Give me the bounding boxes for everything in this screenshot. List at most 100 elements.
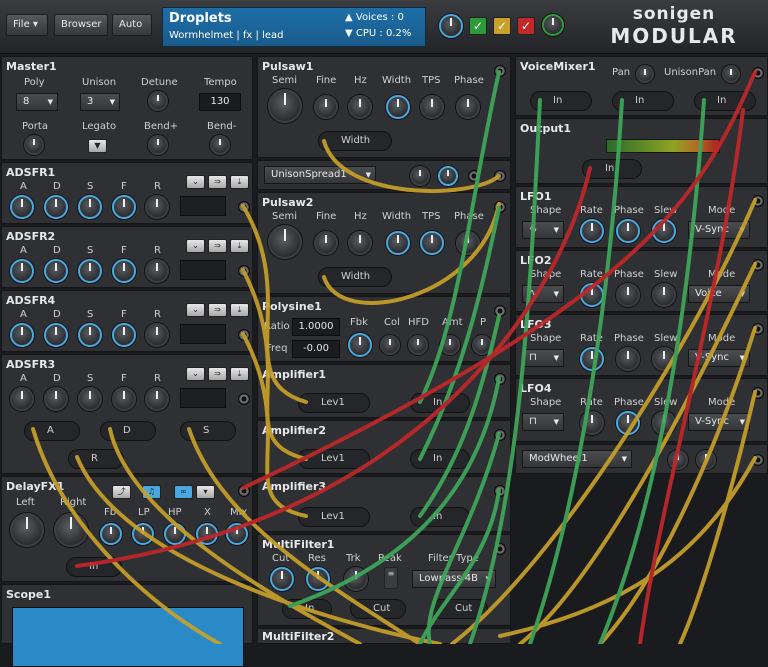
lfo3-slew-knob[interactable] (652, 347, 676, 371)
polysine-output-port[interactable] (494, 305, 506, 317)
lfo1-slew-knob[interactable] (652, 219, 676, 243)
pulsaw1-output-port[interactable] (494, 65, 506, 77)
polysine-freq-field[interactable]: -0.00 (292, 340, 340, 358)
multifilter1-peak-switch[interactable]: ≡ (384, 567, 398, 589)
adsfr1-envelope-preview[interactable] (180, 196, 226, 216)
lfo2-output-port[interactable] (752, 259, 764, 271)
unisonspread-select[interactable]: UnisonSpread1 (264, 166, 376, 184)
voicemixer-output-port[interactable] (752, 67, 764, 79)
delay-in-port[interactable]: In (66, 557, 122, 577)
adsfr4-fall-knob[interactable] (112, 323, 136, 347)
adsfr3-d-mod-port[interactable]: D (100, 421, 156, 441)
adsfr3-output-port[interactable] (238, 393, 250, 405)
adsfr3-decay-knob[interactable] (44, 387, 68, 411)
unison-select[interactable]: 3 (80, 93, 120, 111)
delay-left-knob[interactable] (10, 513, 44, 547)
delay-lowpass-knob[interactable] (132, 523, 154, 545)
amplifier2-in-port[interactable]: In (410, 449, 470, 469)
pulsaw1-width-knob[interactable] (386, 95, 410, 119)
lfo4-output-port[interactable] (752, 387, 764, 399)
amplifier3-output-port[interactable] (494, 485, 506, 497)
adsfr1-output-port[interactable] (238, 201, 250, 213)
adsfr4-envelope-preview[interactable] (180, 324, 226, 344)
lfo2-mode-select[interactable]: Voice (688, 285, 750, 303)
adsfr2-output-port[interactable] (238, 265, 250, 277)
delay-feedback-knob[interactable] (100, 523, 122, 545)
poly-select[interactable]: 8 (16, 93, 58, 111)
polysine-fbk-knob[interactable] (348, 333, 372, 357)
unisonspread-port-2[interactable] (494, 170, 506, 182)
polysine-hfd-knob[interactable] (408, 335, 428, 355)
master-volume-knob[interactable] (439, 14, 463, 38)
modwheel-knob-1[interactable] (668, 450, 688, 470)
multifilter1-cut-port-2[interactable]: Cut (432, 599, 488, 619)
polysine-amt-knob[interactable] (440, 335, 460, 355)
delay-mode-button-1[interactable]: ⤴ (112, 485, 131, 499)
lfo1-phase-knob[interactable] (616, 219, 640, 243)
tempo-field[interactable]: 130 (199, 93, 241, 111)
adsfr1-decay-knob[interactable] (44, 195, 68, 219)
green-check-toggle[interactable]: ✓ (469, 17, 487, 35)
adsfr3-release-knob[interactable] (145, 387, 169, 411)
pulsaw2-fine-knob[interactable] (314, 231, 338, 255)
multifilter1-cut-port[interactable]: Cut (350, 599, 406, 619)
multifilter1-cut-knob[interactable] (270, 567, 294, 591)
lfo3-output-port[interactable] (752, 323, 764, 335)
pulsaw2-semi-knob[interactable] (268, 225, 302, 259)
delay-mode-menu[interactable]: ▾ (196, 485, 215, 499)
power-knob[interactable] (542, 14, 564, 36)
porta-knob[interactable] (24, 135, 44, 155)
lfo2-slew-knob[interactable] (652, 283, 676, 307)
delay-output-port[interactable] (238, 485, 250, 497)
multifilter1-in-port[interactable]: In (282, 599, 332, 619)
pulsaw1-hz-knob[interactable] (348, 95, 372, 119)
adsfr3-trigger-button[interactable]: ⤓ (230, 367, 249, 381)
lfo2-shape-select[interactable]: ∿ (522, 285, 564, 303)
file-menu-button[interactable]: File ▾ (6, 14, 48, 36)
lfo2-rate-knob[interactable] (580, 283, 604, 307)
browser-button[interactable]: Browser (54, 14, 108, 36)
pulsaw2-output-port[interactable] (494, 201, 506, 213)
lfo4-rate-knob[interactable] (580, 411, 604, 435)
pulsaw1-fine-knob[interactable] (314, 95, 338, 119)
bend-plus-knob[interactable] (148, 135, 168, 155)
pulsaw1-semi-knob[interactable] (268, 89, 302, 123)
lfo1-rate-knob[interactable] (580, 219, 604, 243)
adsfr4-sustain-knob[interactable] (78, 323, 102, 347)
adsfr4-attack-knob[interactable] (10, 323, 34, 347)
auto-button[interactable]: Auto (112, 14, 152, 36)
lfo4-slew-knob[interactable] (652, 411, 676, 435)
pulsaw2-tps-knob[interactable] (420, 231, 444, 255)
legato-toggle[interactable]: ▼ (88, 139, 107, 153)
adsfr4-trigger-button[interactable]: ⤓ (230, 303, 249, 317)
adsfr1-release-knob[interactable] (145, 195, 169, 219)
adsfr3-attack-knob[interactable] (10, 387, 34, 411)
delay-mode-button-3[interactable]: ∞ (174, 485, 193, 499)
amplifier3-lev-port[interactable]: Lev1 (298, 507, 370, 527)
amplifier3-in-port[interactable]: In (410, 507, 470, 527)
adsfr1-attack-knob[interactable] (10, 195, 34, 219)
adsfr1-fall-knob[interactable] (112, 195, 136, 219)
lfo4-shape-select[interactable]: ⊓ (522, 413, 564, 431)
amplifier2-lev-port[interactable]: Lev1 (298, 449, 370, 469)
multifilter1-type-select[interactable]: Lowpass 4B (412, 570, 496, 588)
output-in-port[interactable]: In (582, 159, 642, 179)
lfo4-phase-knob[interactable] (616, 411, 640, 435)
multifilter1-output-port[interactable] (494, 543, 506, 555)
unisonspread-knob-1[interactable] (410, 166, 430, 186)
pulsaw2-width-knob[interactable] (386, 231, 410, 255)
adsfr3-envelope-preview[interactable] (180, 388, 226, 408)
adsfr3-fall-knob[interactable] (112, 387, 136, 411)
polysine-ratio-field[interactable]: 1.0000 (292, 318, 340, 336)
polysine-p-knob[interactable] (472, 335, 492, 355)
adsfr1-shape-button[interactable]: ⌄ (186, 175, 205, 189)
adsfr3-sustain-knob[interactable] (78, 387, 102, 411)
delay-cross-knob[interactable] (196, 523, 218, 545)
adsfr2-trigger-button[interactable]: ⤓ (230, 239, 249, 253)
red-check-toggle[interactable]: ✓ (517, 17, 535, 35)
adsfr4-shape-button[interactable]: ⌄ (186, 303, 205, 317)
lfo3-mode-select[interactable]: V-Sync (688, 349, 750, 367)
adsfr3-shape-button[interactable]: ⌄ (186, 367, 205, 381)
lfo4-mode-select[interactable]: V-Sync (688, 413, 750, 431)
lfo3-phase-knob[interactable] (616, 347, 640, 371)
